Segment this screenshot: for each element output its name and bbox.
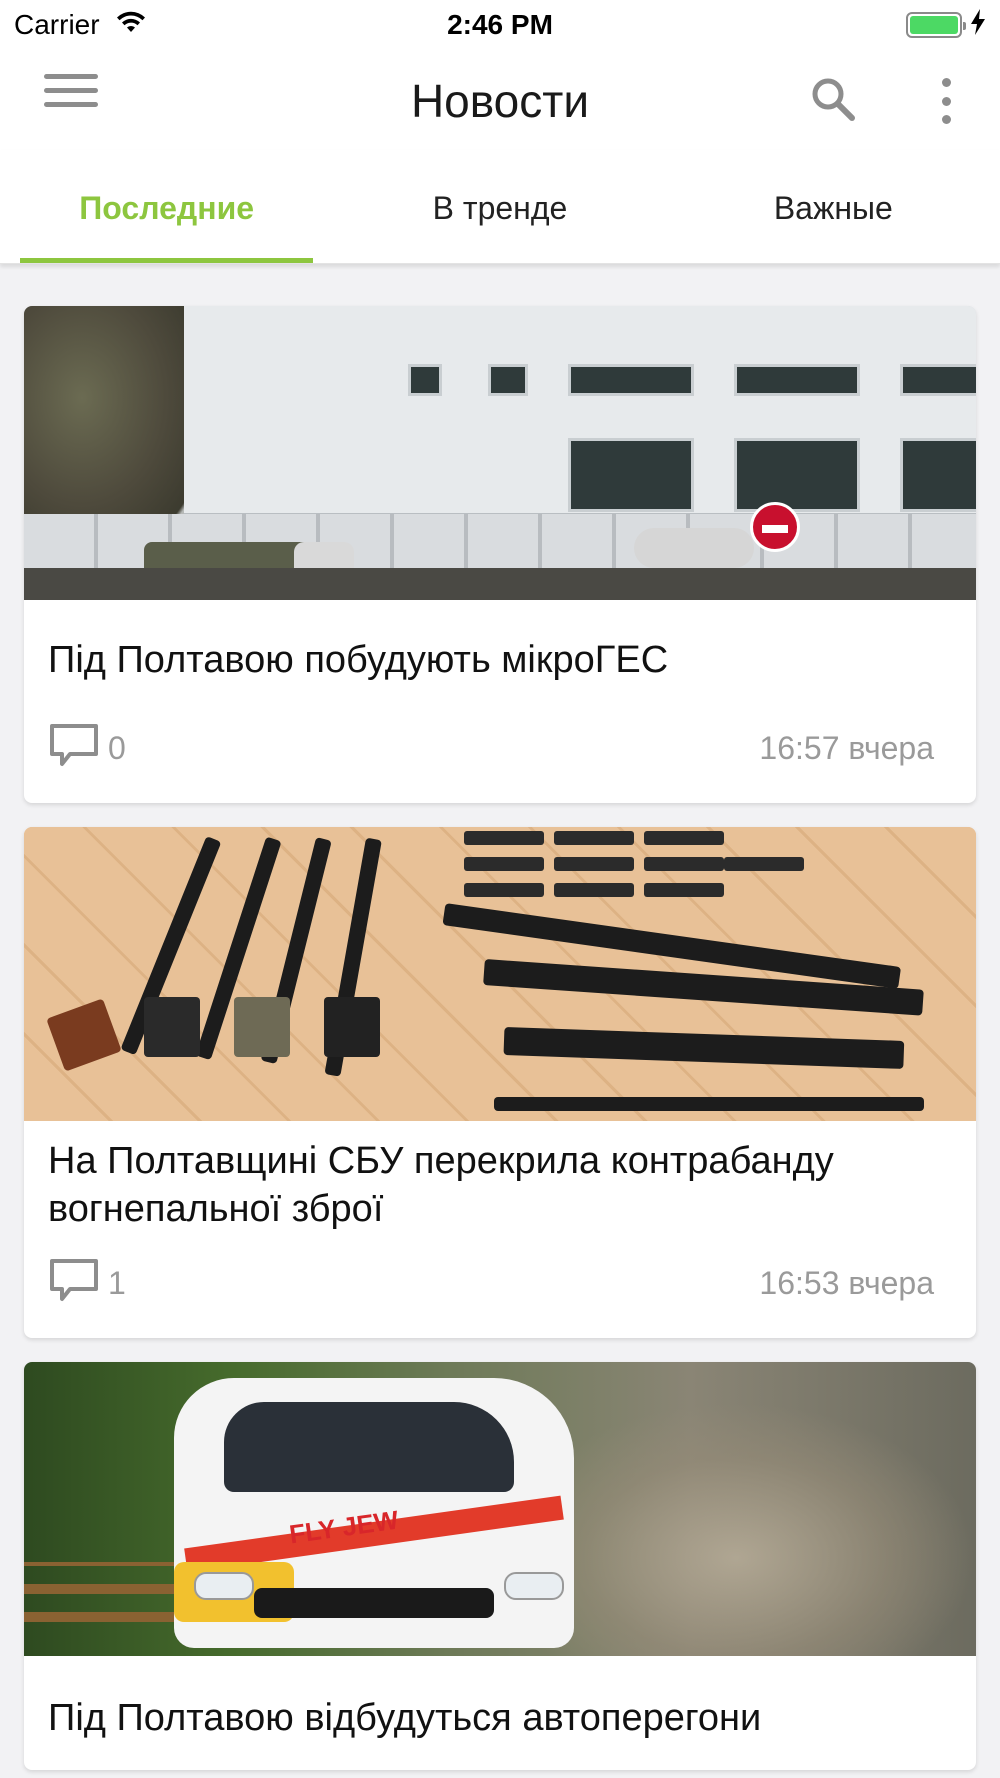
battery-fill bbox=[910, 16, 958, 34]
comment-count: 1 bbox=[108, 1265, 126, 1301]
search-icon[interactable] bbox=[808, 74, 858, 124]
wifi-icon bbox=[116, 9, 146, 41]
article-title: Під Полтавою відбудуться автоперегони bbox=[48, 1697, 762, 1739]
rally-car-photo: FLY JEW bbox=[24, 1362, 976, 1656]
news-card[interactable]: Під Полтавою побудують мікроГЕС 0 16:57 … bbox=[24, 306, 976, 803]
charging-bolt-icon bbox=[970, 8, 986, 42]
status-right bbox=[906, 8, 986, 42]
comments-button[interactable]: 0 bbox=[48, 722, 126, 775]
article-time: 16:57 вчера bbox=[759, 730, 934, 766]
card-body: Під Полтавою відбудуться автоперегони bbox=[24, 1656, 976, 1770]
app-screen: Carrier 2:46 PM Новости Последние В трен… bbox=[0, 0, 1000, 1778]
article-title: Під Полтавою побудують мікроГЕС bbox=[48, 639, 669, 681]
tab-bar: Последние В тренде Важные bbox=[0, 150, 1000, 264]
status-bar: Carrier 2:46 PM bbox=[0, 0, 1000, 50]
battery-icon bbox=[906, 12, 966, 38]
news-card[interactable]: На Полтавщині СБУ перекрила контрабанду … bbox=[24, 827, 976, 1338]
guns-photo bbox=[24, 827, 976, 1121]
tab-trending[interactable]: В тренде bbox=[333, 150, 666, 263]
tab-important[interactable]: Важные bbox=[667, 150, 1000, 263]
card-body: На Полтавщині СБУ перекрила контрабанду … bbox=[24, 1121, 976, 1338]
card-body: Під Полтавою побудують мікроГЕС 0 16:57 … bbox=[24, 600, 976, 803]
comment-icon bbox=[48, 1257, 100, 1310]
carrier-label: Carrier bbox=[14, 9, 100, 40]
comment-count: 0 bbox=[108, 730, 126, 766]
article-time: 16:53 вчера bbox=[759, 1265, 934, 1301]
app-bar: Новости bbox=[0, 50, 1000, 150]
tab-latest[interactable]: Последние bbox=[0, 150, 333, 263]
article-title: На Полтавщині СБУ перекрила контрабанду … bbox=[48, 1140, 834, 1230]
card-meta: 1 16:53 вчера bbox=[48, 1257, 952, 1310]
more-vertical-icon[interactable] bbox=[928, 78, 964, 124]
status-left: Carrier bbox=[14, 9, 146, 41]
comment-icon bbox=[48, 722, 100, 775]
status-time: 2:46 PM bbox=[447, 9, 553, 40]
card-meta: 0 16:57 вчера bbox=[48, 722, 952, 775]
comments-button[interactable]: 1 bbox=[48, 1257, 126, 1310]
news-card[interactable]: FLY JEW Під Полтавою відбудуться автопер… bbox=[24, 1362, 976, 1770]
news-feed: Під Полтавою побудують мікроГЕС 0 16:57 … bbox=[24, 306, 976, 1778]
building-photo bbox=[24, 306, 976, 600]
